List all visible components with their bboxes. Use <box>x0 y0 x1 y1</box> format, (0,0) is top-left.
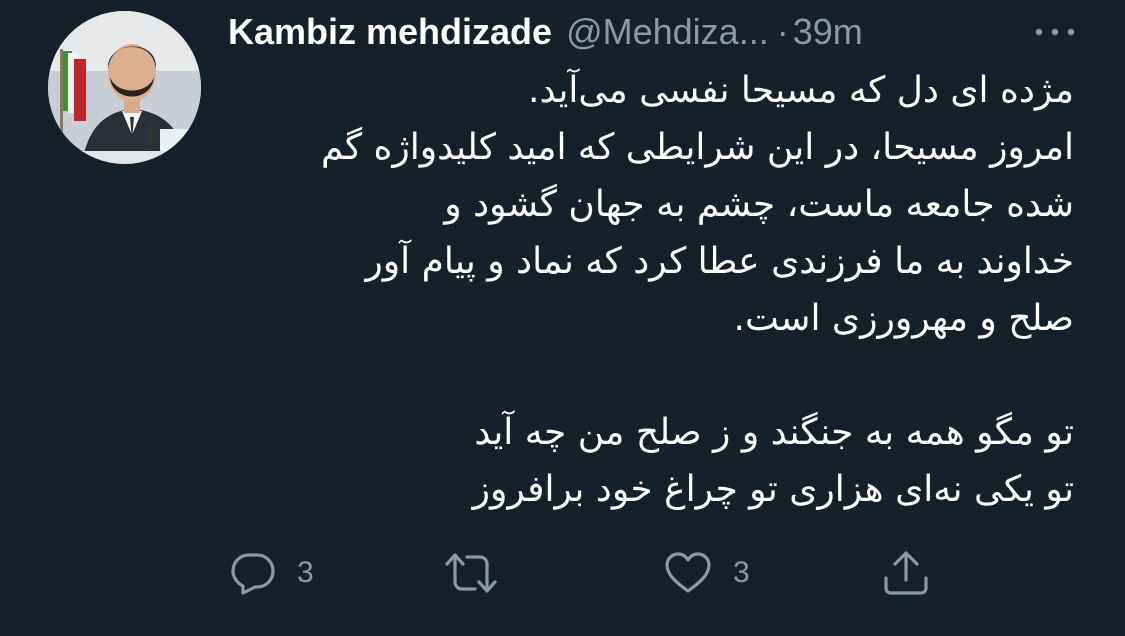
share-button[interactable] <box>881 548 931 598</box>
reply-button[interactable]: 3 <box>229 548 314 598</box>
tweet-text-line: تو مگو همه به جنگند و ز صلح من چه آید <box>474 412 1074 453</box>
retweet-icon <box>445 553 497 593</box>
tweet-time[interactable]: 39m <box>793 11 863 53</box>
more-button[interactable] <box>1030 14 1080 50</box>
heart-icon <box>665 552 711 593</box>
tweet-text-line: مژده ای دل که مسیحا نفسی می‌آید. <box>528 70 1074 111</box>
avatar[interactable] <box>48 11 201 164</box>
reply-count: 3 <box>297 556 314 589</box>
separator-dot: · <box>776 11 789 52</box>
author-handle[interactable]: @Mehdiza... <box>566 11 769 53</box>
like-count: 3 <box>733 556 750 589</box>
tweet-text: مژده ای دل که مسیحا نفسی می‌آید. امروز م… <box>222 62 1074 518</box>
tweet-actions: 3 3 <box>0 548 1125 598</box>
more-dots-icon <box>1035 28 1075 36</box>
like-button[interactable]: 3 <box>663 548 750 598</box>
tweet-text-line: شده جامعه ماست، چشم به جهان گشود و <box>444 184 1074 225</box>
tweet-text-line: صلح و مهرورزی است. <box>733 298 1074 339</box>
retweet-button[interactable] <box>443 548 499 598</box>
tweet[interactable]: Kambiz mehdizade @Mehdiza... · 39m مژده … <box>0 0 1125 636</box>
author-name[interactable]: Kambiz mehdizade <box>228 11 552 53</box>
reply-icon <box>231 553 275 595</box>
tweet-text-line: تو یکی نه‌ای هزاری تو چراغ خود برافروز <box>472 469 1074 510</box>
tweet-header: Kambiz mehdizade @Mehdiza... · 39m <box>228 8 863 56</box>
share-icon <box>884 551 928 595</box>
tweet-text-line: خداوند به ما فرزندی عطا کرد که نماد و پی… <box>365 241 1074 282</box>
avatar-photo <box>48 11 201 164</box>
tweet-text-line: امروز مسیحا، در این شرایطی که امید کلیدو… <box>320 127 1074 168</box>
